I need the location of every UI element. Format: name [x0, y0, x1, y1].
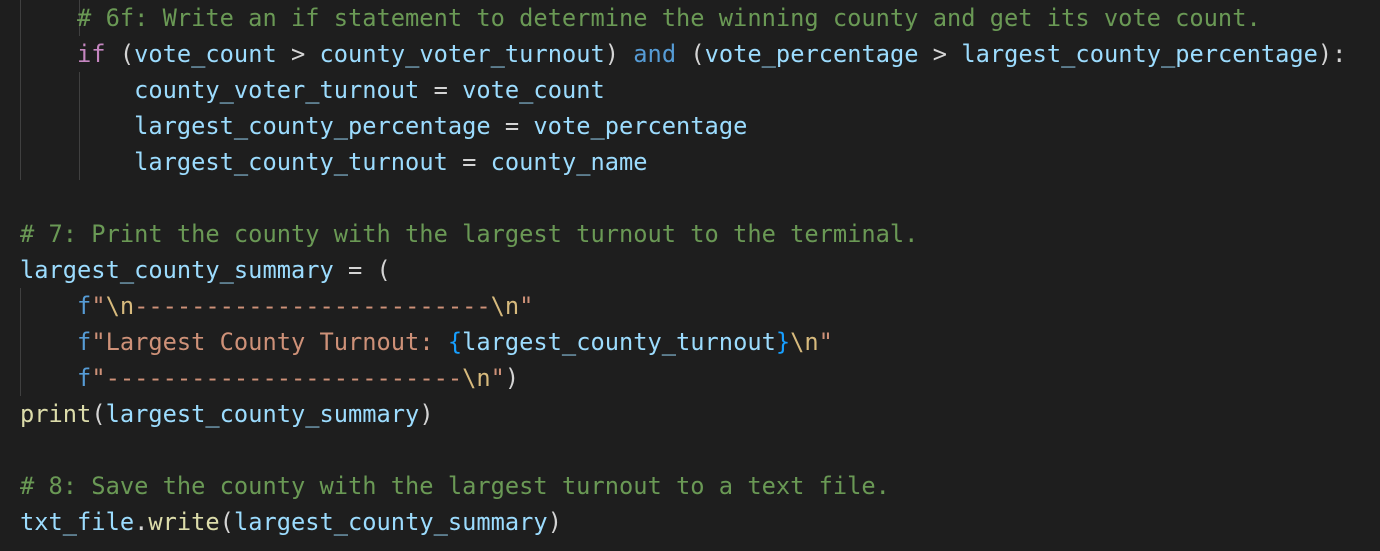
code-token-variable: largest_county_turnout	[462, 328, 776, 356]
code-token-variable: largest_county_summary	[20, 256, 334, 284]
code-token-plain: = (	[333, 256, 391, 284]
code-editor[interactable]: # 6f: Write an if statement to determine…	[0, 0, 1380, 551]
code-token-plain: (	[676, 40, 705, 68]
code-token-operator-keyword: and	[633, 40, 677, 68]
code-token-string: "	[818, 328, 833, 356]
code-token-escape: \n	[105, 292, 135, 320]
code-token-function: write	[148, 508, 220, 536]
code-token-plain: (	[91, 400, 106, 428]
code-token-plain: =	[447, 148, 491, 176]
code-token-string: "	[490, 364, 505, 392]
code-token-variable: largest_county_summary	[105, 400, 420, 428]
code-token-variable: largest_county_turnout	[134, 148, 448, 176]
code-token-brace: }	[775, 328, 791, 356]
code-token-variable: county_voter_turnout	[319, 40, 605, 68]
code-token-string: "	[91, 292, 106, 320]
code-token-plain: )	[604, 40, 634, 68]
code-token-escape: \n	[462, 364, 491, 392]
code-line[interactable]: largest_county_turnout = county_name	[20, 144, 648, 180]
code-token-plain: =	[490, 112, 534, 140]
code-token-keyword: if	[77, 40, 106, 68]
code-token-plain: )	[504, 364, 520, 392]
code-token-plain: (	[105, 40, 135, 68]
code-token-variable: vote_count	[462, 76, 605, 104]
code-token-variable: largest_county_summary	[233, 508, 548, 536]
code-line[interactable]: largest_county_summary = (	[20, 252, 391, 288]
code-token-escape: \n	[490, 292, 520, 320]
code-token-plain: =	[419, 76, 463, 104]
code-token-variable: txt_file	[20, 508, 135, 536]
code-token-escape: \n	[790, 328, 819, 356]
code-token-plain: (	[219, 508, 234, 536]
code-token-string: "	[519, 292, 534, 320]
code-token-string-prefix: f	[77, 292, 92, 320]
code-line[interactable]: txt_file.write(largest_county_summary)	[20, 504, 562, 540]
code-token-string: -------------------------	[134, 292, 491, 320]
code-token-variable: largest_county_percentage	[961, 40, 1318, 68]
code-line[interactable]: # 8: Save the county with the largest tu…	[20, 468, 890, 504]
code-line[interactable]: f"\n-------------------------\n"	[20, 288, 533, 324]
code-token-string-prefix: f	[77, 364, 92, 392]
code-token-variable: largest_county_percentage	[134, 112, 491, 140]
code-token-plain: >	[918, 40, 962, 68]
code-token-plain: )	[547, 508, 562, 536]
code-token-variable: vote_count	[134, 40, 277, 68]
code-token-variable: vote_percentage	[704, 40, 919, 68]
code-token-variable: county_name	[490, 148, 648, 176]
code-token-plain: )	[419, 400, 434, 428]
code-token-variable: vote_percentage	[533, 112, 748, 140]
code-token-string: "Largest County Turnout:	[91, 328, 448, 356]
code-line[interactable]: # 7: Print the county with the largest t…	[20, 216, 918, 252]
code-token-plain: >	[276, 40, 320, 68]
code-token-brace: {	[447, 328, 463, 356]
code-token-plain: .	[134, 508, 149, 536]
code-token-plain: ):	[1317, 40, 1347, 68]
code-line[interactable]: largest_county_percentage = vote_percent…	[20, 108, 747, 144]
code-line[interactable]: f"Largest County Turnout: {largest_count…	[20, 324, 833, 360]
code-line[interactable]: # 6f: Write an if statement to determine…	[20, 0, 1261, 36]
code-token-string-prefix: f	[77, 328, 92, 356]
code-line[interactable]: if (vote_count > county_voter_turnout) a…	[20, 36, 1346, 72]
code-token-function: print	[20, 400, 92, 428]
code-line[interactable]: f"-------------------------\n")	[20, 360, 519, 396]
code-line[interactable]: county_voter_turnout = vote_count	[20, 72, 605, 108]
code-line[interactable]: print(largest_county_summary)	[20, 396, 434, 432]
code-token-comment: # 8: Save the county with the largest tu…	[20, 472, 890, 500]
code-token-comment: # 7: Print the county with the largest t…	[20, 220, 919, 248]
code-token-comment: # 6f: Write an if statement to determine…	[20, 4, 1261, 32]
code-token-variable: county_voter_turnout	[134, 76, 420, 104]
code-token-string: "-------------------------	[91, 364, 463, 392]
